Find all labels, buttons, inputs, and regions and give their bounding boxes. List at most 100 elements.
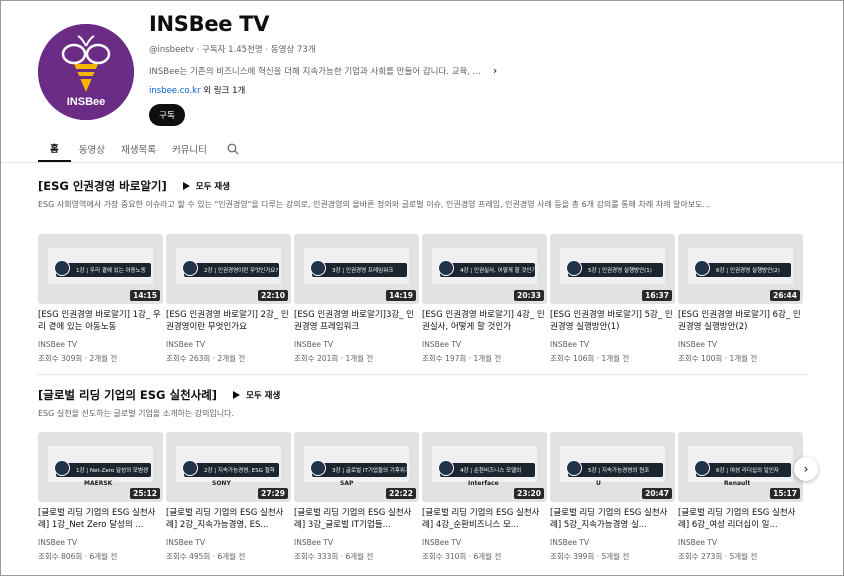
channel-link-more[interactable]: 외 링크 1개: [201, 86, 245, 96]
tab-playlists[interactable]: 재생목록: [113, 136, 164, 162]
video-channel[interactable]: INSBee TV: [38, 340, 163, 349]
video-meta: 조회수 806회 · 6개월 전: [38, 552, 118, 561]
thumbnail-title-bar: 6강 | 여성 리더십의 일인자: [694, 460, 791, 477]
insbee-badge-icon: [182, 260, 198, 276]
video-title[interactable]: [ESG 인권경영 바로알기]3강_ 인권경영 프레임워크: [294, 309, 419, 333]
video-title[interactable]: [ESG 인권경영 바로알기] 6강_ 인권경영 실행방안(2): [678, 309, 803, 333]
thumbnail-label: 1강 | 우리 곁에 있는 아동노동: [76, 268, 146, 274]
next-arrow-icon[interactable]: ›: [794, 457, 818, 481]
video-card[interactable]: 1강 | 우리 곁에 있는 아동노동 14:15 [ESG 인권경영 바로알기] 1…: [38, 234, 163, 364]
video-thumbnail[interactable]: 4강 | 순환비즈니스 모델의 Interface 23:20: [422, 432, 547, 502]
video-title[interactable]: [글로벌 리딩 기업의 ESG 실천사례] 3강_글로벌 IT기업들...: [294, 507, 419, 531]
play-all-button[interactable]: 모두 재생: [233, 389, 280, 401]
channel-links[interactable]: insbee.co.kr 외 링크 1개: [149, 84, 245, 96]
video-meta: 조회수 333회 · 6개월 전: [294, 552, 374, 561]
chevron-right-icon[interactable]: ›: [493, 64, 497, 77]
insbee-badge-icon: [310, 260, 326, 276]
video-card[interactable]: 6강 | 인권경영 실행방안(2) 26:44 [ESG 인권경영 바로알기] 6강…: [678, 234, 803, 364]
shelf-title[interactable]: [ESG 인권경영 바로알기]: [38, 178, 167, 194]
thumbnail-brand: MAERSK: [84, 480, 113, 487]
video-thumbnail[interactable]: 2강 | 지속가능경영, ESG 철학 SONY 27:29: [166, 432, 291, 502]
video-channel[interactable]: INSBee TV: [294, 340, 419, 349]
video-thumbnail[interactable]: 6강 | 인권경영 실행방안(2) 26:44: [678, 234, 803, 304]
thumbnail-title-bar: 6강 | 인권경영 실행방안(2): [694, 260, 791, 277]
video-channel[interactable]: INSBee TV: [166, 340, 291, 349]
insbee-badge-icon: [438, 460, 454, 476]
video-title[interactable]: [글로벌 리딩 기업의 ESG 실천사례] 2강_지속가능경영, ES...: [166, 507, 291, 531]
video-meta: 조회수 399회 · 5개월 전: [550, 552, 630, 561]
insbee-badge-icon: [566, 460, 582, 476]
video-channel[interactable]: INSBee TV: [422, 340, 547, 349]
video-card[interactable]: 3강 | 인권경영 프레임워크 14:19 [ESG 인권경영 바로알기]3강_ 인…: [294, 234, 419, 364]
tab-videos[interactable]: 동영상: [71, 136, 113, 162]
video-channel[interactable]: INSBee TV: [422, 538, 547, 547]
video-thumbnail[interactable]: 5강 | 인권경영 실행방안(1) 16:37: [550, 234, 675, 304]
video-card[interactable]: 4강 | 순환비즈니스 모델의 Interface 23:20 [글로벌 리딩 기업의…: [422, 432, 547, 562]
video-duration: 22:22: [386, 488, 416, 499]
thumbnail-title-bar: 4강 | 순환비즈니스 모델의: [438, 460, 535, 477]
channel-title: INSBee TV: [149, 12, 270, 36]
shelf-video-list: 1강 | 우리 곁에 있는 아동노동 14:15 [ESG 인권경영 바로알기] 1…: [38, 234, 803, 364]
thumbnail-label: 6강 | 인권경영 실행방안(2): [716, 268, 780, 274]
video-thumbnail[interactable]: 1강 | Net-Zero 달성의 모범생 MAERSK 25:12: [38, 432, 163, 502]
channel-avatar[interactable]: INSBee: [38, 24, 134, 120]
video-card[interactable]: 3강 | 글로벌 IT기업들의 기후위기 SAP 22:22 [글로벌 리딩 기업의 …: [294, 432, 419, 562]
thumbnail-title-bar: 4강 | 인권실사, 어떻게 할 것인가?: [438, 260, 539, 277]
subscribe-button[interactable]: 구독: [149, 104, 185, 126]
tab-home[interactable]: 홈: [38, 136, 71, 162]
video-channel[interactable]: INSBee TV: [166, 538, 291, 547]
video-card[interactable]: 1강 | Net-Zero 달성의 모범생 MAERSK 25:12 [글로벌 리딩 …: [38, 432, 163, 562]
video-thumbnail[interactable]: 5강 | 지속가능경영의 원조 U 20:47: [550, 432, 675, 502]
video-title[interactable]: [ESG 인권경영 바로알기] 5강_ 인권경영 실행방안(1): [550, 309, 675, 333]
insbee-badge-icon: [54, 460, 70, 476]
video-duration: 14:15: [130, 290, 160, 301]
thumbnail-label: 3강 | 인권경영 프레임워크: [332, 268, 394, 274]
video-meta: 조회수 106회 · 1개월 전: [550, 354, 630, 363]
avatar-text: INSBee: [67, 96, 106, 108]
video-card[interactable]: 5강 | 지속가능경영의 원조 U 20:47 [글로벌 리딩 기업의 ESG 실천사…: [550, 432, 675, 562]
video-title[interactable]: [ESG 인권경영 바로알기] 2강_ 인권경영이란 무엇인가요: [166, 309, 291, 333]
video-title[interactable]: [ESG 인권경영 바로알기] 1강_ 우리 곁에 있는 아동노동: [38, 309, 163, 333]
video-channel[interactable]: INSBee TV: [294, 538, 419, 547]
insbee-badge-icon: [438, 260, 454, 276]
video-title[interactable]: [글로벌 리딩 기업의 ESG 실천사례] 1강_Net Zero 달성의 ..…: [38, 507, 163, 531]
video-meta: 조회수 100회 · 1개월 전: [678, 354, 758, 363]
video-title[interactable]: [글로벌 리딩 기업의 ESG 실천사례] 6강_여성 리더십이 일...: [678, 507, 803, 531]
shelf-section-1: [ESG 인권경영 바로알기] 모두 재생 ESG 사회영역에서 가장 중요한 …: [38, 176, 808, 211]
thumbnail-label: 6강 | 여성 리더십의 일인자: [716, 468, 779, 474]
insbee-badge-icon: [54, 260, 70, 276]
video-thumbnail[interactable]: 1강 | 우리 곁에 있는 아동노동 14:15: [38, 234, 163, 304]
video-card[interactable]: 2강 | 인권경영이란 무엇인가요? 22:10 [ESG 인권경영 바로알기] 2…: [166, 234, 291, 364]
video-title[interactable]: [글로벌 리딩 기업의 ESG 실천사례] 5강_지속가능경영 실...: [550, 507, 675, 531]
video-channel[interactable]: INSBee TV: [550, 538, 675, 547]
video-thumbnail[interactable]: 6강 | 여성 리더십의 일인자 Renault 15:17: [678, 432, 803, 502]
video-channel[interactable]: INSBee TV: [550, 340, 675, 349]
video-card[interactable]: 5강 | 인권경영 실행방안(1) 16:37 [ESG 인권경영 바로알기] 5강…: [550, 234, 675, 364]
channel-description[interactable]: INSBee는 기존의 비즈니스에 혁신을 더해 지속가능한 기업과 사회를 만…: [149, 64, 497, 77]
video-channel[interactable]: INSBee TV: [678, 538, 803, 547]
play-icon: [182, 182, 190, 190]
play-all-button[interactable]: 모두 재생: [182, 180, 230, 192]
video-channel[interactable]: INSBee TV: [38, 538, 163, 547]
video-thumbnail[interactable]: 4강 | 인권실사, 어떻게 할 것인가? 20:33: [422, 234, 547, 304]
section-divider: [38, 374, 808, 375]
video-card[interactable]: 4강 | 인권실사, 어떻게 할 것인가? 20:33 [ESG 인권경영 바로알기…: [422, 234, 547, 364]
search-icon[interactable]: [225, 136, 241, 162]
video-card[interactable]: 2강 | 지속가능경영, ESG 철학 SONY 27:29 [글로벌 리딩 기업의 …: [166, 432, 291, 562]
shelf-title[interactable]: [글로벌 리딩 기업의 ESG 실천사례]: [38, 387, 217, 403]
channel-tabs: 홈 동영상 재생목록 커뮤니티: [38, 136, 241, 162]
shelf-section-2: [글로벌 리딩 기업의 ESG 실천사례] 모두 재생 ESG 실천을 선도하는…: [38, 385, 808, 420]
thumbnail-label: 2강 | 인권경영이란 무엇인가요?: [204, 268, 279, 274]
play-all-label: 모두 재생: [195, 182, 230, 192]
video-thumbnail[interactable]: 2강 | 인권경영이란 무엇인가요? 22:10: [166, 234, 291, 304]
video-thumbnail[interactable]: 3강 | 인권경영 프레임워크 14:19: [294, 234, 419, 304]
insbee-badge-icon: [694, 260, 710, 276]
tab-community[interactable]: 커뮤니티: [164, 136, 215, 162]
video-thumbnail[interactable]: 3강 | 글로벌 IT기업들의 기후위기 SAP 22:22: [294, 432, 419, 502]
video-title[interactable]: [글로벌 리딩 기업의 ESG 실천사례] 4강_순환비즈니스 모...: [422, 507, 547, 531]
channel-link-url[interactable]: insbee.co.kr: [149, 86, 201, 96]
video-channel[interactable]: INSBee TV: [678, 340, 803, 349]
video-card[interactable]: 6강 | 여성 리더십의 일인자 Renault 15:17 [글로벌 리딩 기업의 …: [678, 432, 803, 562]
video-title[interactable]: [ESG 인권경영 바로알기] 4강_ 인권실사, 어떻게 할 것인가: [422, 309, 547, 333]
video-duration: 26:44: [770, 290, 800, 301]
